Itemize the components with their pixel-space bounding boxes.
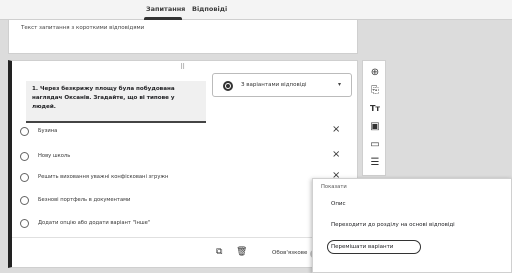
more-options-menu: Показати Опис Переходити до розділу на о… (312, 178, 512, 273)
question-card[interactable]: ⠿ 1. Через безкрижу площу була побудован… (8, 60, 358, 268)
menu-item-shuffle-options[interactable]: Перемішати варіанти (331, 244, 393, 250)
add-video-icon[interactable]: ▭ (369, 139, 381, 151)
tab-questions[interactable]: Запитання (146, 5, 185, 13)
question-type-select[interactable]: З варіантами відповіді ▾ (212, 73, 352, 97)
add-option-label[interactable]: Додати опцію або додати варіант "Інше" (38, 220, 150, 226)
duplicate-icon[interactable]: ⧉ (216, 247, 222, 257)
menu-header: Показати (321, 184, 347, 190)
option-label[interactable]: Решить виховання уважні конфісковані згр… (38, 174, 168, 180)
add-section-icon[interactable]: ☰ (369, 157, 381, 169)
remove-option-icon[interactable]: × (332, 124, 340, 135)
menu-item-go-to-section[interactable]: Переходити до розділу на основі відповід… (331, 222, 455, 228)
import-questions-icon[interactable]: ⎘ (369, 85, 381, 97)
delete-icon[interactable]: 🗑 (236, 247, 247, 257)
option-item[interactable]: Решить виховання уважні конфісковані згр… (20, 170, 350, 186)
option-radio-icon (20, 173, 29, 182)
option-item[interactable]: Нову школь × (20, 149, 350, 165)
option-label[interactable]: Бузина (38, 128, 57, 134)
question-type-label: З варіантами відповіді (241, 82, 307, 88)
option-item[interactable]: Бузина × (20, 124, 350, 140)
add-question-icon[interactable]: ⊕ (369, 67, 381, 79)
option-radio-icon (20, 127, 29, 136)
menu-item-description[interactable]: Опис (331, 201, 346, 207)
drag-handle-icon[interactable]: ⠿ (180, 63, 186, 71)
option-label[interactable]: Безнові портфель в документами (38, 197, 130, 203)
radio-button-icon (223, 81, 233, 91)
required-toggle-label: Обов'язкове (272, 250, 308, 256)
question-title-input[interactable]: 1. Через безкрижу площу була побудована … (26, 81, 206, 123)
option-radio-icon (20, 152, 29, 161)
add-title-icon[interactable]: Tт (369, 103, 381, 115)
form-description[interactable]: Текст запитання з короткими відповідями (21, 25, 144, 31)
chevron-down-icon: ▾ (337, 81, 341, 88)
card-footer-divider (12, 237, 358, 238)
add-image-icon[interactable]: ▣ (369, 121, 381, 133)
form-header-card: Текст запитання з короткими відповідями (8, 20, 358, 54)
side-toolbar: ⊕ ⎘ Tт ▣ ▭ ☰ (362, 60, 386, 176)
tab-responses[interactable]: Відповіді (192, 5, 227, 13)
remove-option-icon[interactable]: × (332, 149, 340, 160)
option-radio-icon (20, 196, 29, 205)
top-bar: Запитання Відповіді (0, 0, 512, 20)
option-radio-icon (20, 219, 29, 228)
add-option-item[interactable]: Додати опцію або додати варіант "Інше" (20, 216, 350, 232)
option-label[interactable]: Нову школь (38, 153, 70, 159)
option-item[interactable]: Безнові портфель в документами (20, 193, 350, 209)
